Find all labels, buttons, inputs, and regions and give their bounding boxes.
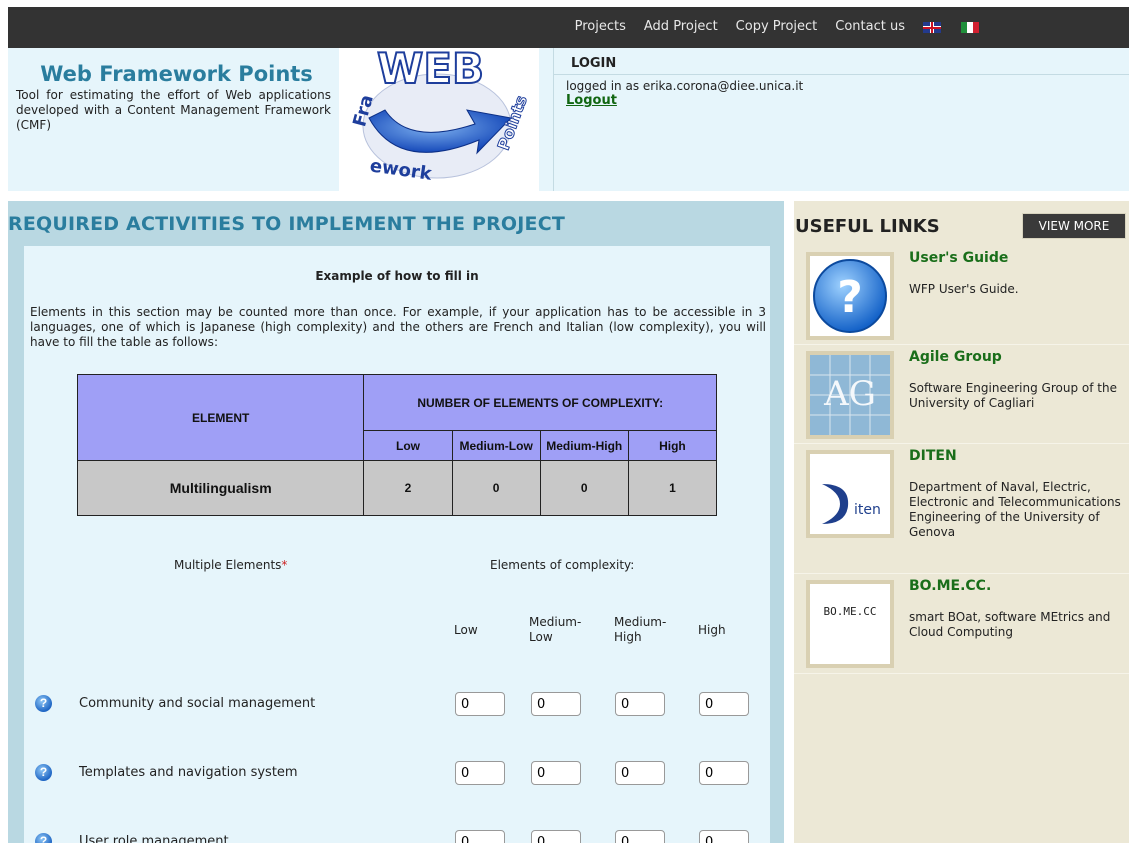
top-nav-menu: Projects Add Project Copy Project Contac… — [575, 19, 999, 34]
form-col-low: Low — [454, 623, 478, 637]
user-roles-low-input[interactable] — [455, 830, 505, 843]
example-value-high: 1 — [627, 460, 718, 516]
form-col-medium-high: Medium-High — [614, 615, 667, 644]
bomecc-logo[interactable]: BO.ME.CC — [806, 580, 894, 668]
templates-low-input[interactable] — [455, 761, 505, 785]
row-label-user-roles: User role management — [79, 834, 229, 843]
help-question-icon[interactable]: ? — [806, 252, 894, 340]
templates-high-input[interactable] — [699, 761, 749, 785]
example-group-header: NUMBER OF ELEMENTS OF COMPLEXITY: — [363, 374, 717, 431]
wfp-logo[interactable]: WEB ework Fra Points — [339, 43, 539, 191]
link-agile-group[interactable]: AG Agile Group Software Engineering Grou… — [794, 345, 1129, 444]
info-icon[interactable]: ? — [35, 695, 52, 712]
nav-add-project-link[interactable]: Add Project — [644, 19, 718, 34]
login-status-text: logged in as erika.corona@diee.unica.it — [566, 79, 804, 93]
logout-link[interactable]: Logout — [566, 93, 1129, 108]
templates-medium-high-input[interactable] — [615, 761, 665, 785]
form-row-templates: ? Templates and navigation system — [24, 761, 770, 791]
example-value-low: 2 — [363, 460, 453, 516]
login-title: LOGIN — [554, 48, 1129, 75]
row-label-templates: Templates and navigation system — [79, 765, 298, 780]
logo-web-text: WEB — [377, 48, 484, 93]
link-desc-agile-group: Software Engineering Group of the Univer… — [909, 381, 1117, 410]
english-flag-icon[interactable] — [923, 22, 941, 33]
example-col-low: Low — [363, 430, 453, 461]
example-value-medium-high: 0 — [539, 460, 629, 516]
info-icon[interactable]: ? — [35, 764, 52, 781]
main-section: REQUIRED ACTIVITIES TO IMPLEMENT THE PRO… — [8, 201, 784, 843]
community-high-input[interactable] — [699, 692, 749, 716]
page-title: REQUIRED ACTIVITIES TO IMPLEMENT THE PRO… — [8, 213, 566, 235]
nav-copy-project-link[interactable]: Copy Project — [736, 19, 818, 34]
example-title: Example of how to fill in — [315, 269, 479, 283]
link-desc-bomecc: smart BOat, software MEtrics and Cloud C… — [909, 610, 1111, 639]
link-title-users-guide[interactable]: User's Guide — [909, 250, 1008, 266]
user-roles-medium-low-input[interactable] — [531, 830, 581, 843]
community-medium-low-input[interactable] — [531, 692, 581, 716]
example-col-high: High — [627, 430, 718, 461]
form-row-user-roles: ? User role management — [24, 830, 770, 843]
agile-logo-text: AG — [823, 374, 876, 414]
form-col-high: High — [698, 623, 726, 637]
example-table: ELEMENT NUMBER OF ELEMENTS OF COMPLEXITY… — [76, 374, 718, 516]
user-roles-medium-high-input[interactable] — [615, 830, 665, 843]
info-icon[interactable]: ? — [35, 833, 52, 843]
complexity-label: Elements of complexity: — [490, 558, 635, 572]
example-element-header: ELEMENT — [76, 374, 365, 461]
example-value-medium-low: 0 — [451, 460, 541, 516]
required-asterisk: * — [281, 558, 288, 572]
link-desc-diten: Department of Naval, Electric, Electroni… — [909, 480, 1121, 539]
community-medium-high-input[interactable] — [615, 692, 665, 716]
nav-contact-us-link[interactable]: Contact us — [835, 19, 905, 34]
useful-links-sidebar: USEFUL LINKS VIEW MORE ? User's Guide WF… — [794, 201, 1129, 843]
login-info: logged in as erika.corona@diee.unica.it … — [554, 75, 1129, 108]
link-title-diten[interactable]: DITEN — [909, 448, 957, 464]
nav-projects-link[interactable]: Projects — [575, 19, 626, 34]
site-header: Web Framework Points Tool for estimating… — [8, 43, 1129, 191]
italian-flag-icon[interactable] — [961, 22, 979, 33]
community-low-input[interactable] — [455, 692, 505, 716]
link-title-bomecc[interactable]: BO.ME.CC. — [909, 578, 991, 594]
form-row-community: ? Community and social management — [24, 692, 770, 722]
svg-text:?: ? — [837, 272, 863, 323]
link-diten[interactable]: iten DITEN Department of Naval, Electric… — [794, 444, 1129, 574]
link-users-guide[interactable]: ? User's Guide WFP User's Guide. — [794, 246, 1129, 345]
link-bomecc[interactable]: BO.ME.CC BO.ME.CC. smart BOat, software … — [794, 574, 1129, 674]
agile-group-logo[interactable]: AG — [806, 351, 894, 439]
diten-logo-text: iten — [854, 502, 881, 518]
multiple-elements-text: Multiple Elements — [174, 558, 282, 572]
diten-logo[interactable]: iten — [806, 450, 894, 538]
site-description: Tool for estimating the effort of Web ap… — [16, 88, 331, 132]
brand-block: Web Framework Points Tool for estimating… — [16, 62, 331, 133]
link-title-agile-group[interactable]: Agile Group — [909, 349, 1002, 365]
example-col-medium-low: Medium-Low — [451, 430, 541, 461]
link-desc-users-guide: WFP User's Guide. — [909, 282, 1019, 296]
form-col-medium-low: Medium-Low — [529, 615, 582, 644]
view-more-button[interactable]: VIEW MORE — [1022, 213, 1126, 239]
row-label-community: Community and social management — [79, 696, 316, 711]
example-col-medium-high: Medium-High — [539, 430, 629, 461]
login-panel: LOGIN logged in as erika.corona@diee.uni… — [553, 48, 1129, 191]
example-row-label: Multilingualism — [76, 460, 365, 516]
example-text: Elements in this section may be counted … — [30, 305, 766, 349]
useful-links-title: USEFUL LINKS — [795, 216, 940, 237]
site-title[interactable]: Web Framework Points — [16, 62, 331, 86]
bomecc-logo-text: BO.ME.CC — [823, 605, 877, 618]
user-roles-high-input[interactable] — [699, 830, 749, 843]
multiple-elements-label: Multiple Elements* — [174, 558, 287, 572]
top-navigation-bar: Projects Add Project Copy Project Contac… — [8, 7, 1129, 48]
activities-content: Example of how to fill in Elements in th… — [24, 246, 770, 843]
templates-medium-low-input[interactable] — [531, 761, 581, 785]
